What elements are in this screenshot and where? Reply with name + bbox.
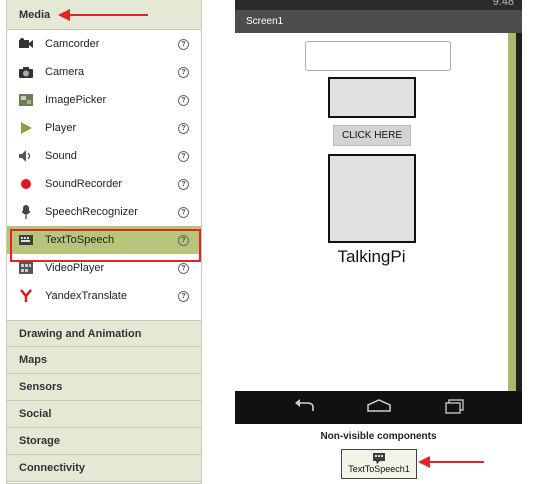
palette-item-sound[interactable]: Sound ? xyxy=(7,142,201,170)
palette-item-texttospeech[interactable]: TextToSpeech ? xyxy=(7,226,201,254)
navigation-bar xyxy=(235,391,522,424)
screen-title-bar: Screen1 xyxy=(235,10,522,33)
palette-viewer-gap xyxy=(204,0,230,483)
screen-canvas[interactable]: CLICK HERE TalkingPi xyxy=(235,33,508,391)
palette-item-label: VideoPlayer xyxy=(45,262,105,274)
palette-item-player[interactable]: Player ? xyxy=(7,114,201,142)
palette-item-yandextranslate[interactable]: YandexTranslate ? xyxy=(7,282,201,310)
record-icon xyxy=(17,175,35,193)
palette-item-label: YandexTranslate xyxy=(45,290,127,302)
palette-item-videoplayer[interactable]: VideoPlayer ? xyxy=(7,254,201,282)
help-icon[interactable]: ? xyxy=(178,151,189,162)
palette-item-label: Camera xyxy=(45,66,85,78)
text-to-speech-icon xyxy=(17,231,35,249)
help-icon[interactable]: ? xyxy=(178,207,189,218)
palette-item-soundrecorder[interactable]: SoundRecorder ? xyxy=(7,170,201,198)
palette-item-label: SoundRecorder xyxy=(45,178,123,190)
recent-apps-icon xyxy=(445,399,464,414)
status-bar: 9:48 xyxy=(235,0,522,10)
nonvisible-component-label: TextToSpeech1 xyxy=(348,464,410,474)
screen-scrollbar[interactable] xyxy=(508,33,516,391)
nonvisible-component-texttospeech1[interactable]: TextToSpeech1 xyxy=(341,449,417,479)
screen-title: Screen1 xyxy=(246,16,284,27)
annotation-arrow-icon xyxy=(58,9,148,21)
palette-item-label: Camcorder xyxy=(45,38,100,50)
text-to-speech-icon xyxy=(373,453,385,464)
help-icon[interactable]: ? xyxy=(178,179,189,190)
player-icon xyxy=(17,119,35,137)
camcorder-icon xyxy=(17,35,35,53)
palette-item-label: Player xyxy=(45,122,77,134)
microphone-icon xyxy=(17,203,35,221)
palette-item-label: SpeechRecognizer xyxy=(45,206,138,218)
home-icon xyxy=(367,399,391,412)
image-component[interactable] xyxy=(328,77,416,118)
palette-item-label: Sound xyxy=(45,150,77,162)
palette-item-camcorder[interactable]: Camcorder ? xyxy=(7,30,201,58)
category-sensors[interactable]: Sensors xyxy=(7,374,201,401)
palette-item-imagepicker[interactable]: ImagePicker ? xyxy=(7,86,201,114)
palette-item-camera[interactable]: Camera ? xyxy=(7,58,201,86)
back-icon xyxy=(295,399,314,411)
phone-preview: 9:48 Screen1 CLICK HERE TalkingPi xyxy=(235,0,522,424)
help-icon[interactable]: ? xyxy=(178,263,189,274)
status-clock: 9:48 xyxy=(492,0,514,8)
category-label: Sensors xyxy=(19,381,63,393)
palette-panel: Media Camcorder ? Camera ? ImagePicker ?… xyxy=(6,0,202,484)
click-here-button[interactable]: CLICK HERE xyxy=(333,125,411,146)
image-component[interactable] xyxy=(328,154,416,243)
help-icon[interactable]: ? xyxy=(178,235,189,246)
category-storage[interactable]: Storage xyxy=(7,428,201,455)
annotation-arrow-icon xyxy=(418,456,484,468)
image-picker-icon xyxy=(17,91,35,109)
palette-item-speechrecognizer[interactable]: SpeechRecognizer ? xyxy=(7,198,201,226)
camera-icon xyxy=(17,63,35,81)
textbox-component[interactable] xyxy=(305,41,451,71)
category-connectivity[interactable]: Connectivity xyxy=(7,455,201,482)
talkingpi-label[interactable]: TalkingPi xyxy=(235,247,508,267)
yandex-icon xyxy=(17,287,35,305)
help-icon[interactable]: ? xyxy=(178,39,189,50)
category-label: Maps xyxy=(19,354,48,366)
category-social[interactable]: Social xyxy=(7,401,201,428)
category-label: Connectivity xyxy=(19,462,86,474)
category-label: Social xyxy=(19,408,52,420)
nonvisible-components-title: Non-visible components xyxy=(320,431,437,442)
category-drawing-and-animation[interactable]: Drawing and Animation xyxy=(7,320,201,347)
palette-item-label: ImagePicker xyxy=(45,94,107,106)
category-media-label: Media xyxy=(19,8,51,21)
palette-item-label: TextToSpeech xyxy=(45,234,115,246)
help-icon[interactable]: ? xyxy=(178,67,189,78)
help-icon[interactable]: ? xyxy=(178,291,189,302)
category-label: Drawing and Animation xyxy=(19,327,142,340)
speaker-icon xyxy=(17,147,35,165)
help-icon[interactable]: ? xyxy=(178,95,189,106)
help-icon[interactable]: ? xyxy=(178,123,189,134)
category-maps[interactable]: Maps xyxy=(7,347,201,374)
video-player-icon xyxy=(17,259,35,277)
category-label: Storage xyxy=(19,435,60,447)
